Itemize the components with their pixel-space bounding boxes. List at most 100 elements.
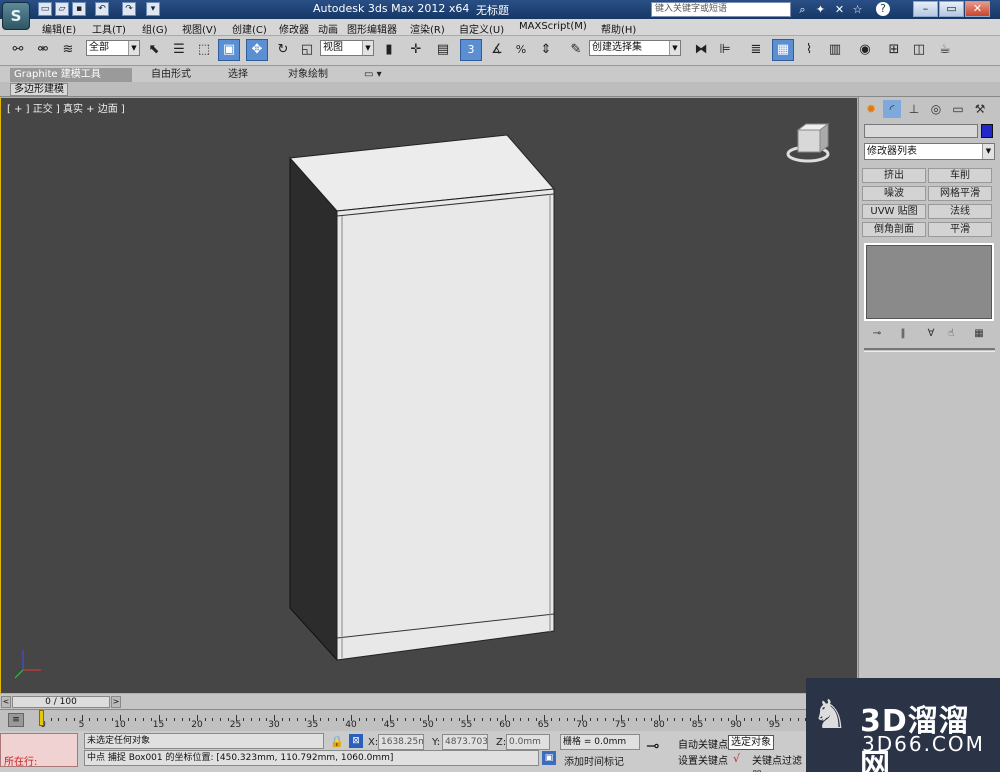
lathe-button[interactable]: 车削: [928, 168, 992, 183]
track-bar[interactable]: ≡ 05101520253035404550556065707580859095: [0, 709, 810, 731]
bevel-profile-button[interactable]: 倒角剖面: [862, 222, 926, 237]
menu-edit[interactable]: 编辑(E): [42, 21, 76, 36]
object-name-field[interactable]: [864, 124, 978, 138]
playhead[interactable]: [39, 710, 44, 726]
x-coordinate-field[interactable]: 1638.25mm: [378, 734, 424, 750]
named-selection-dropdown[interactable]: 创建选择集 ▼: [589, 40, 681, 56]
select-and-rotate-icon[interactable]: ↻: [272, 39, 294, 61]
snaps-toggle-icon[interactable]: 3: [460, 39, 482, 61]
remove-modifier-icon[interactable]: ☝: [943, 327, 959, 341]
selection-filter-dropdown[interactable]: 全部 ▼: [86, 40, 140, 56]
quick-access-dropdown-icon[interactable]: ▾: [146, 2, 160, 16]
display-tab-icon[interactable]: ▭: [949, 100, 967, 118]
menu-maxscript[interactable]: MAXScript(M): [519, 21, 587, 32]
menu-group[interactable]: 组(G): [142, 21, 168, 36]
redo-icon[interactable]: ↷: [122, 2, 136, 16]
z-coordinate-field[interactable]: 0.0mm: [506, 734, 550, 750]
uvw-map-button[interactable]: UVW 贴图: [862, 204, 926, 219]
schematic-view-icon[interactable]: ▥: [824, 39, 846, 61]
modify-tab-icon[interactable]: ◜: [883, 100, 901, 118]
close-button[interactable]: ✕: [965, 1, 990, 17]
menu-customize[interactable]: 自定义(U): [459, 21, 504, 36]
select-and-manipulate-icon[interactable]: ✛: [405, 39, 427, 61]
next-frame-icon[interactable]: >: [111, 696, 121, 708]
menu-create[interactable]: 创建(C): [232, 21, 267, 36]
application-button[interactable]: S: [2, 2, 30, 30]
normal-button[interactable]: 法线: [928, 204, 992, 219]
menu-views[interactable]: 视图(V): [182, 21, 217, 36]
keyboard-shortcut-override-icon[interactable]: ▤: [432, 39, 454, 61]
smooth-button[interactable]: 平滑: [928, 222, 992, 237]
rendered-frame-window-icon[interactable]: ◫: [908, 39, 930, 61]
set-key-button[interactable]: 设置关键点: [678, 752, 728, 767]
mini-curve-editor-icon[interactable]: ≡: [8, 713, 24, 727]
curve-editor-icon[interactable]: ⌇: [798, 39, 820, 61]
key-filters-button[interactable]: 关键点过滤器: [752, 752, 810, 772]
menu-rendering[interactable]: 渲染(R): [410, 21, 445, 36]
hierarchy-tab-icon[interactable]: ⊥: [905, 100, 923, 118]
new-file-icon[interactable]: ▭: [38, 2, 52, 16]
absolute-mode-icon[interactable]: ⊠: [349, 734, 363, 748]
mirror-icon[interactable]: ⧓: [690, 39, 712, 61]
noise-button[interactable]: 噪波: [862, 186, 926, 201]
save-file-icon[interactable]: ▪: [72, 2, 86, 16]
create-tab-icon[interactable]: ✹: [862, 100, 880, 118]
menu-modifiers[interactable]: 修改器: [279, 21, 309, 36]
lock-selection-icon[interactable]: 🔒: [330, 735, 344, 748]
key-icon[interactable]: ⊸: [646, 736, 659, 755]
bind-space-warp-icon[interactable]: ≋: [57, 39, 79, 61]
minimize-button[interactable]: –: [913, 1, 938, 17]
motion-tab-icon[interactable]: ◎: [927, 100, 945, 118]
add-time-tag-button[interactable]: 添加时间标记: [564, 753, 624, 768]
info-icon[interactable]: ✕: [832, 2, 847, 17]
prev-frame-icon[interactable]: <: [1, 696, 11, 708]
unlink-icon[interactable]: ⚮: [32, 39, 54, 61]
extrude-button[interactable]: 挤出: [862, 168, 926, 183]
tab-selection[interactable]: 选择: [224, 68, 252, 82]
object-color-swatch[interactable]: [981, 124, 993, 138]
align-icon[interactable]: ⊫: [714, 39, 736, 61]
pin-stack-icon[interactable]: ⊸: [869, 327, 885, 341]
auto-key-button[interactable]: 自动关键点: [678, 736, 728, 751]
search-icon[interactable]: ⌕: [795, 2, 810, 17]
layer-manager-icon[interactable]: ≣: [745, 39, 767, 61]
select-and-scale-icon[interactable]: ◱: [296, 39, 318, 61]
tab-freeform[interactable]: 自由形式: [147, 68, 195, 82]
select-by-name-icon[interactable]: ☰: [168, 39, 190, 61]
pivot-center-icon[interactable]: ▮: [378, 39, 400, 61]
y-coordinate-field[interactable]: 4873.703m: [442, 734, 488, 750]
time-slider[interactable]: 0 / 100: [12, 696, 110, 708]
make-unique-icon[interactable]: ∀: [923, 327, 939, 341]
utilities-tab-icon[interactable]: ⚒: [971, 100, 989, 118]
spinner-snap-icon[interactable]: ⇕: [535, 39, 557, 61]
menu-help[interactable]: 帮助(H): [601, 21, 636, 36]
menu-tools[interactable]: 工具(T): [92, 21, 126, 36]
tab-object-paint[interactable]: 对象绘制: [284, 68, 332, 82]
angle-snap-icon[interactable]: ∡: [486, 39, 508, 61]
select-object-icon[interactable]: ⬉: [143, 39, 165, 61]
time-tag-icon[interactable]: ▣: [542, 751, 556, 765]
material-editor-icon[interactable]: ◉: [854, 39, 876, 61]
select-and-link-icon[interactable]: ⚯: [7, 39, 29, 61]
menu-graph-editors[interactable]: 图形编辑器: [347, 21, 397, 36]
rectangular-selection-icon[interactable]: ⬚: [193, 39, 215, 61]
perspective-viewport[interactable]: [ + ] 正交 ] 真实 + 边面 ]: [0, 97, 858, 694]
undo-icon[interactable]: ↶: [95, 2, 109, 16]
key-mode-icon[interactable]: √: [733, 752, 740, 765]
search-input[interactable]: 键入关键字或短语: [651, 2, 791, 17]
percent-snap-icon[interactable]: %: [510, 39, 532, 61]
tab-graphite[interactable]: Graphite 建模工具: [10, 68, 132, 82]
favorites-icon[interactable]: ☆: [850, 2, 865, 17]
key-selection-set-field[interactable]: 选定对象: [728, 735, 774, 750]
communication-center-icon[interactable]: ✦: [813, 2, 828, 17]
window-crossing-icon[interactable]: ▣: [218, 39, 240, 61]
render-production-icon[interactable]: ☕: [934, 39, 956, 61]
tab-polygon-modeling[interactable]: 多边形建模: [10, 83, 68, 96]
render-setup-icon[interactable]: ⊞: [883, 39, 905, 61]
menu-animation[interactable]: 动画: [318, 21, 338, 36]
ribbon-options-icon[interactable]: ▭ ▾: [360, 68, 386, 82]
modifier-list-dropdown[interactable]: 修改器列表 ▼: [864, 143, 995, 160]
open-file-icon[interactable]: ▱: [55, 2, 69, 16]
maximize-button[interactable]: ▭: [939, 1, 964, 17]
modifier-stack[interactable]: [864, 243, 994, 321]
